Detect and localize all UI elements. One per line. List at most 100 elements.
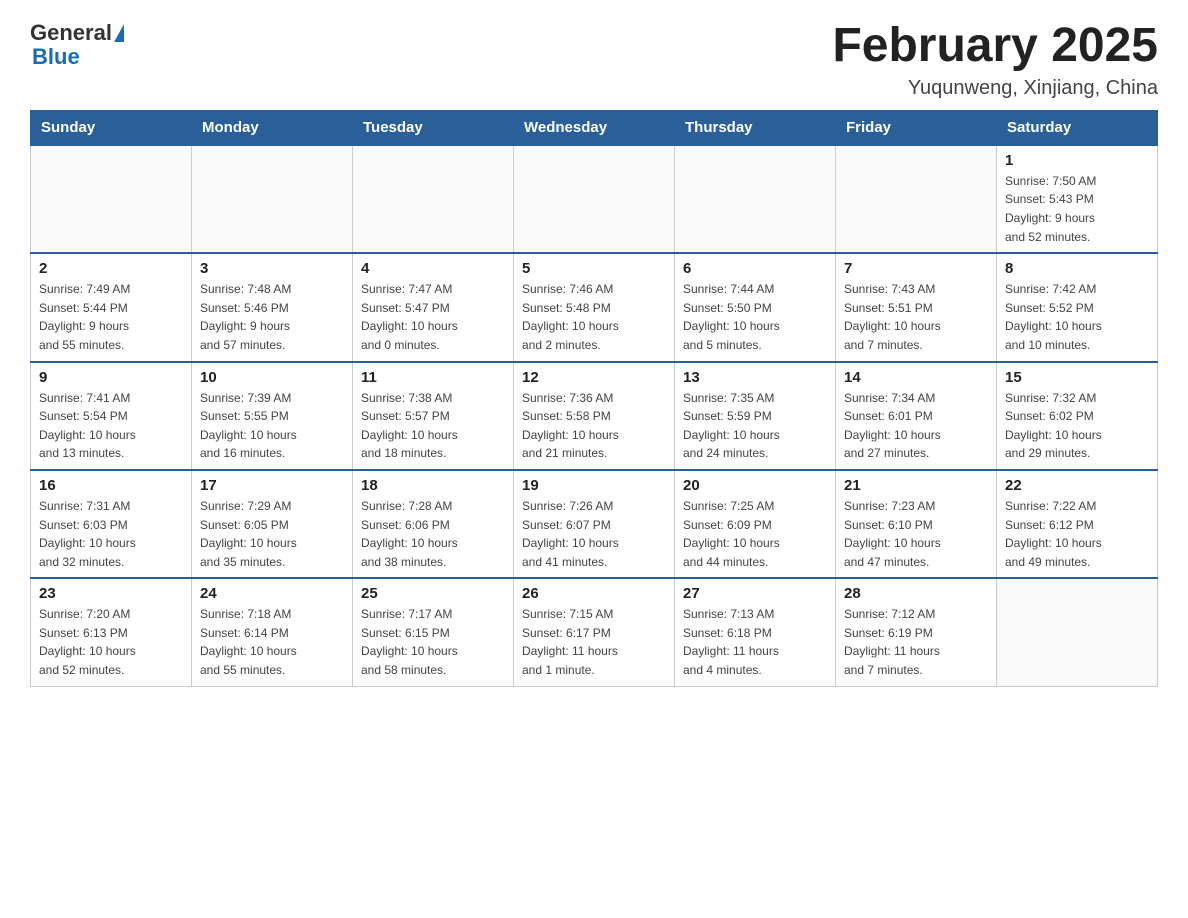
- calendar-cell: [514, 145, 675, 253]
- weekday-header-thursday: Thursday: [675, 110, 836, 145]
- day-info: Sunrise: 7:15 AM Sunset: 6:17 PM Dayligh…: [522, 605, 666, 679]
- weekday-header-saturday: Saturday: [997, 110, 1158, 145]
- calendar-cell: 17Sunrise: 7:29 AM Sunset: 6:05 PM Dayli…: [192, 470, 353, 578]
- day-number: 22: [1005, 477, 1149, 494]
- calendar-cell: 13 Sunrise: 7:35 AM Sunset: 5:59 PM Dayli…: [675, 362, 836, 470]
- day-info: Sunrise: 7:50 AM Sunset: 5:43 PM Dayligh…: [1005, 172, 1149, 246]
- day-info: Sunrise: 7:12 AM Sunset: 6:19 PM Dayligh…: [844, 605, 988, 679]
- week-row-1: 1 Sunrise: 7:50 AM Sunset: 5:43 PM Daylig…: [31, 145, 1158, 253]
- week-row-4: 16 Sunrise: 7:31 AM Sunset: 6:03 PM Dayli…: [31, 470, 1158, 578]
- logo-triangle-icon: [114, 24, 124, 42]
- day-number: 19: [522, 477, 666, 494]
- day-number: 20: [683, 477, 827, 494]
- calendar-cell: 16 Sunrise: 7:31 AM Sunset: 6:03 PM Dayli…: [31, 470, 192, 578]
- day-number: 6: [683, 260, 827, 277]
- day-number: 27: [683, 585, 827, 602]
- day-number: 10: [200, 369, 344, 386]
- calendar-cell: 1 Sunrise: 7:50 AM Sunset: 5:43 PM Daylig…: [997, 145, 1158, 253]
- calendar-cell: 12 Sunrise: 7:36 AM Sunset: 5:58 PM Dayli…: [514, 362, 675, 470]
- day-number: 3: [200, 260, 344, 277]
- calendar-cell: [997, 578, 1158, 686]
- calendar-cell: [836, 145, 997, 253]
- calendar-cell: 8Sunrise: 7:42 AM Sunset: 5:52 PM Daylig…: [997, 253, 1158, 361]
- week-row-5: 23Sunrise: 7:20 AM Sunset: 6:13 PM Dayli…: [31, 578, 1158, 686]
- day-number: 7: [844, 260, 988, 277]
- day-info: Sunrise: 7:17 AM Sunset: 6:15 PM Dayligh…: [361, 605, 505, 679]
- calendar-cell: [31, 145, 192, 253]
- day-info: Sunrise: 7:20 AM Sunset: 6:13 PM Dayligh…: [39, 605, 183, 679]
- day-info: Sunrise: 7:38 AM Sunset: 5:57 PM Dayligh…: [361, 389, 505, 463]
- logo: General Blue: [30, 20, 124, 68]
- calendar-cell: 7 Sunrise: 7:43 AM Sunset: 5:51 PM Daylig…: [836, 253, 997, 361]
- day-info: Sunrise: 7:46 AM Sunset: 5:48 PM Dayligh…: [522, 280, 666, 354]
- weekday-header-sunday: Sunday: [31, 110, 192, 145]
- calendar-cell: 14Sunrise: 7:34 AM Sunset: 6:01 PM Dayli…: [836, 362, 997, 470]
- calendar-table: SundayMondayTuesdayWednesdayThursdayFrid…: [30, 110, 1158, 687]
- title-block: February 2025 Yuqunweng, Xinjiang, China: [832, 20, 1158, 100]
- calendar-cell: 15 Sunrise: 7:32 AM Sunset: 6:02 PM Dayli…: [997, 362, 1158, 470]
- location-text: Yuqunweng, Xinjiang, China: [832, 77, 1158, 100]
- day-number: 5: [522, 260, 666, 277]
- page-header: General Blue February 2025 Yuqunweng, Xi…: [30, 20, 1158, 100]
- calendar-cell: 4 Sunrise: 7:47 AM Sunset: 5:47 PM Daylig…: [353, 253, 514, 361]
- day-info: Sunrise: 7:41 AM Sunset: 5:54 PM Dayligh…: [39, 389, 183, 463]
- calendar-cell: 22 Sunrise: 7:22 AM Sunset: 6:12 PM Dayli…: [997, 470, 1158, 578]
- month-title: February 2025: [832, 20, 1158, 73]
- day-number: 21: [844, 477, 988, 494]
- weekday-header-monday: Monday: [192, 110, 353, 145]
- day-number: 24: [200, 585, 344, 602]
- calendar-cell: 25 Sunrise: 7:17 AM Sunset: 6:15 PM Dayli…: [353, 578, 514, 686]
- day-number: 25: [361, 585, 505, 602]
- weekday-header-friday: Friday: [836, 110, 997, 145]
- calendar-cell: 18 Sunrise: 7:28 AM Sunset: 6:06 PM Dayli…: [353, 470, 514, 578]
- day-info: Sunrise: 7:35 AM Sunset: 5:59 PM Dayligh…: [683, 389, 827, 463]
- day-number: 16: [39, 477, 183, 494]
- day-number: 8: [1005, 260, 1149, 277]
- day-info: Sunrise: 7:34 AM Sunset: 6:01 PM Dayligh…: [844, 389, 988, 463]
- day-number: 28: [844, 585, 988, 602]
- weekday-header-tuesday: Tuesday: [353, 110, 514, 145]
- weekday-header-wednesday: Wednesday: [514, 110, 675, 145]
- day-number: 1: [1005, 152, 1149, 169]
- day-number: 13: [683, 369, 827, 386]
- week-row-2: 2Sunrise: 7:49 AM Sunset: 5:44 PM Daylig…: [31, 253, 1158, 361]
- day-info: Sunrise: 7:48 AM Sunset: 5:46 PM Dayligh…: [200, 280, 344, 354]
- day-info: Sunrise: 7:25 AM Sunset: 6:09 PM Dayligh…: [683, 497, 827, 571]
- day-info: Sunrise: 7:26 AM Sunset: 6:07 PM Dayligh…: [522, 497, 666, 571]
- logo-general-text: General: [30, 20, 112, 46]
- calendar-cell: 20 Sunrise: 7:25 AM Sunset: 6:09 PM Dayli…: [675, 470, 836, 578]
- day-number: 26: [522, 585, 666, 602]
- calendar-cell: 28 Sunrise: 7:12 AM Sunset: 6:19 PM Dayli…: [836, 578, 997, 686]
- day-info: Sunrise: 7:47 AM Sunset: 5:47 PM Dayligh…: [361, 280, 505, 354]
- day-info: Sunrise: 7:31 AM Sunset: 6:03 PM Dayligh…: [39, 497, 183, 571]
- day-number: 15: [1005, 369, 1149, 386]
- calendar-cell: 3 Sunrise: 7:48 AM Sunset: 5:46 PM Daylig…: [192, 253, 353, 361]
- calendar-cell: 24 Sunrise: 7:18 AM Sunset: 6:14 PM Dayli…: [192, 578, 353, 686]
- day-info: Sunrise: 7:32 AM Sunset: 6:02 PM Dayligh…: [1005, 389, 1149, 463]
- calendar-cell: 21 Sunrise: 7:23 AM Sunset: 6:10 PM Dayli…: [836, 470, 997, 578]
- day-info: Sunrise: 7:18 AM Sunset: 6:14 PM Dayligh…: [200, 605, 344, 679]
- calendar-cell: 9 Sunrise: 7:41 AM Sunset: 5:54 PM Daylig…: [31, 362, 192, 470]
- weekday-header-row: SundayMondayTuesdayWednesdayThursdayFrid…: [31, 110, 1158, 145]
- calendar-cell: 23Sunrise: 7:20 AM Sunset: 6:13 PM Dayli…: [31, 578, 192, 686]
- day-info: Sunrise: 7:36 AM Sunset: 5:58 PM Dayligh…: [522, 389, 666, 463]
- day-info: Sunrise: 7:28 AM Sunset: 6:06 PM Dayligh…: [361, 497, 505, 571]
- week-row-3: 9 Sunrise: 7:41 AM Sunset: 5:54 PM Daylig…: [31, 362, 1158, 470]
- day-info: Sunrise: 7:29 AM Sunset: 6:05 PM Dayligh…: [200, 497, 344, 571]
- day-number: 12: [522, 369, 666, 386]
- calendar-cell: 11Sunrise: 7:38 AM Sunset: 5:57 PM Dayli…: [353, 362, 514, 470]
- calendar-cell: [192, 145, 353, 253]
- calendar-cell: 6Sunrise: 7:44 AM Sunset: 5:50 PM Daylig…: [675, 253, 836, 361]
- calendar-cell: 19 Sunrise: 7:26 AM Sunset: 6:07 PM Dayli…: [514, 470, 675, 578]
- day-info: Sunrise: 7:23 AM Sunset: 6:10 PM Dayligh…: [844, 497, 988, 571]
- calendar-cell: 27Sunrise: 7:13 AM Sunset: 6:18 PM Dayli…: [675, 578, 836, 686]
- day-info: Sunrise: 7:49 AM Sunset: 5:44 PM Dayligh…: [39, 280, 183, 354]
- day-number: 4: [361, 260, 505, 277]
- calendar-cell: 2Sunrise: 7:49 AM Sunset: 5:44 PM Daylig…: [31, 253, 192, 361]
- day-number: 18: [361, 477, 505, 494]
- calendar-cell: 26 Sunrise: 7:15 AM Sunset: 6:17 PM Dayli…: [514, 578, 675, 686]
- logo-blue-text: Blue: [32, 46, 80, 68]
- day-info: Sunrise: 7:43 AM Sunset: 5:51 PM Dayligh…: [844, 280, 988, 354]
- day-info: Sunrise: 7:22 AM Sunset: 6:12 PM Dayligh…: [1005, 497, 1149, 571]
- day-number: 9: [39, 369, 183, 386]
